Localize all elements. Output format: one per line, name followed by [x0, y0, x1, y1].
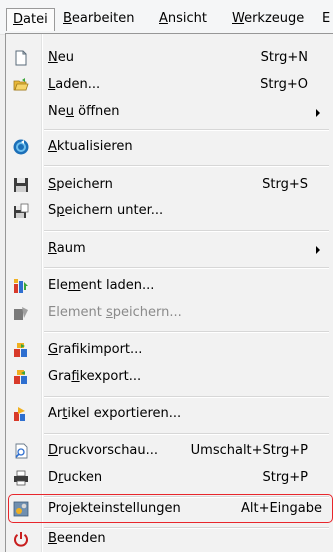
menu-datei[interactable]: Datei [6, 8, 55, 31]
menu-separator [44, 267, 329, 269]
menuitem-raum-label: Raum [48, 241, 86, 256]
menuitem-neu-oeffnen-label: Neu öffnen [48, 104, 120, 119]
menu-bearbeiten-accel: B [63, 11, 72, 26]
submenu-arrow-icon [316, 109, 320, 117]
menuitem-speichern-label: Speichern [48, 177, 113, 192]
menuitem-aktualisieren-label: Aktualisieren [48, 139, 133, 154]
menu-werkzeuge-accel: W [232, 11, 245, 26]
menuitem-speichern-shortcut: Strg+S [262, 177, 308, 192]
menuitem-artikel-exportieren[interactable]: Artikel exportieren... [6, 401, 328, 427]
menuitem-grafikimport[interactable]: Grafikimport... [6, 337, 328, 363]
menu-bearbeiten-label: earbeiten [71, 11, 135, 26]
menuitem-druckvorschau-shortcut: Umschalt+Strg+P [190, 443, 308, 458]
menuitem-neu[interactable]: Neu Strg+N [6, 45, 328, 71]
menu-bar: Datei Bearbeiten Ansicht Werkzeuge E [0, 0, 333, 35]
menuitem-element-speichern-label: Element speichern... [48, 305, 182, 320]
menu-ansicht[interactable]: Ansicht [153, 8, 213, 30]
menuitem-element-speichern[interactable]: Element speichern... [6, 300, 328, 326]
menu-separator [44, 129, 329, 131]
refresh-icon [13, 139, 29, 155]
graphic-import-icon [14, 343, 27, 357]
menuitem-laden[interactable]: Laden... Strg+O [6, 72, 328, 98]
menuitem-element-laden-label: Element laden... [48, 278, 155, 293]
open-folder-icon [13, 78, 29, 91]
menuitem-speichern-unter[interactable]: Speichern unter... [6, 198, 328, 224]
menuitem-beenden[interactable]: Beenden [6, 526, 328, 552]
article-export-icon [14, 407, 25, 421]
save-as-icon [14, 203, 29, 218]
menuitem-neu-shortcut: Strg+N [260, 50, 308, 65]
element-save-icon [14, 307, 28, 320]
menuitem-grafikimport-label: Grafikimport... [48, 342, 143, 357]
menu-werkzeuge[interactable]: Werkzeuge [226, 8, 310, 30]
printer-icon [14, 470, 28, 486]
menuitem-beenden-label: Beenden [48, 531, 106, 546]
menu-bearbeiten[interactable]: Bearbeiten [57, 8, 140, 30]
save-icon [14, 178, 28, 192]
menuitem-artikel-exportieren-label: Artikel exportieren... [48, 406, 182, 421]
print-preview-icon [15, 443, 28, 459]
menuitem-neu-label: Neu [48, 50, 74, 65]
menuitem-laden-label: Laden... [48, 77, 101, 92]
menuitem-element-laden[interactable]: Element laden... [6, 273, 328, 299]
menu-separator [44, 165, 329, 167]
graphic-export-icon [14, 370, 27, 384]
menuitem-grafikexport-label: Grafikexport... [48, 369, 142, 384]
menu-datei-label: atei [23, 12, 48, 27]
menu-e[interactable]: E [316, 8, 333, 30]
highlight-annotation [8, 494, 333, 523]
datei-dropdown-menu: Neu Strg+N Laden... Strg+O Neu öffnen Ak… [5, 33, 333, 552]
menuitem-druckvorschau-label: Druckvorschau... [48, 443, 159, 458]
menu-werkzeuge-label: erkzeuge [244, 11, 305, 26]
menuitem-drucken-shortcut: Strg+P [262, 470, 308, 485]
menu-ansicht-label: nsicht [167, 11, 208, 26]
menu-separator [44, 331, 329, 333]
menuitem-neu-oeffnen[interactable]: Neu öffnen [6, 99, 328, 125]
power-icon [14, 532, 28, 547]
menuitem-aktualisieren[interactable]: Aktualisieren [6, 134, 328, 160]
menu-e-label: E [322, 11, 331, 26]
menuitem-drucken-label: Drucken [48, 470, 103, 485]
menu-separator [44, 230, 329, 232]
menu-ansicht-accel: A [159, 11, 168, 26]
menu-separator [44, 396, 329, 398]
menuitem-speichern-unter-label: Speichern unter... [48, 203, 164, 218]
submenu-arrow-icon [316, 246, 320, 254]
menuitem-grafikexport[interactable]: Grafikexport... [6, 364, 328, 390]
menuitem-druckvorschau[interactable]: Druckvorschau... Umschalt+Strg+P [6, 438, 328, 464]
menuitem-laden-shortcut: Strg+O [260, 77, 308, 92]
menuitem-raum[interactable]: Raum [6, 236, 328, 262]
menuitem-drucken[interactable]: Drucken Strg+P [6, 465, 328, 491]
new-document-icon [15, 50, 27, 66]
menu-separator [44, 433, 329, 435]
menu-datei-accel: D [13, 12, 24, 27]
element-load-icon [14, 279, 28, 293]
menuitem-speichern[interactable]: Speichern Strg+S [6, 172, 328, 198]
